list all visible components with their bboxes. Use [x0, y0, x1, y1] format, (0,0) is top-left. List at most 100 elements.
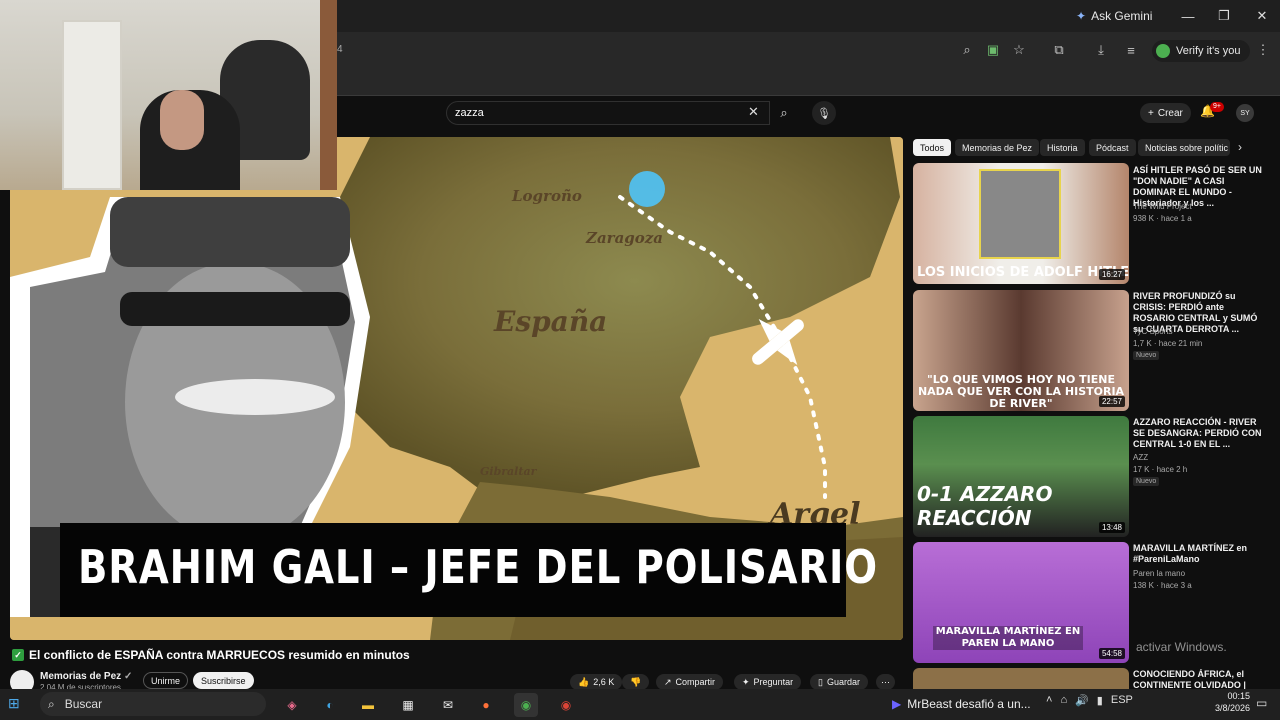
recommendation-channel[interactable]: AZZ	[1133, 453, 1148, 462]
share-button[interactable]: ↗ Compartir	[656, 674, 724, 690]
close-window-button[interactable]: ✕	[1248, 6, 1276, 26]
recommendation-thumbnail[interactable]	[913, 668, 1129, 689]
subscribe-button[interactable]: Suscribirse	[193, 672, 254, 689]
taskbar-notification[interactable]: ▶ MrBeast desafió a un...	[886, 693, 1037, 715]
store-icon[interactable]: ▦	[396, 693, 420, 717]
recommendation-title[interactable]: AZZARO REACCIÓN - RIVER SE DESANGRA: PER…	[1133, 417, 1263, 450]
share-label: Compartir	[675, 677, 716, 687]
network-icon[interactable]: ⌂	[1060, 694, 1067, 707]
save-label: Guardar	[826, 677, 860, 687]
chrome-secondary-icon[interactable]: ◉	[554, 693, 578, 717]
restore-window-button[interactable]: ❐	[1210, 6, 1238, 26]
new-badge: Nuevo	[1133, 477, 1160, 486]
create-button[interactable]: + Crear	[1140, 103, 1191, 123]
video-title: ✓ El conflicto de ESPAÑA contra MARRUECOS…	[12, 648, 410, 662]
recommendation-thumbnail[interactable]: "LO QUE VIMOS HOY NO TIENE NADA QUE VER …	[913, 290, 1129, 411]
ask-gemini-button[interactable]: ✦ Ask Gemini	[1068, 6, 1160, 26]
verified-icon: ✓	[123, 671, 133, 682]
ask-gemini-label: Ask Gemini	[1091, 9, 1153, 23]
ask-label: Preguntar	[753, 677, 794, 687]
bookmark-star-icon[interactable]: ☆	[1008, 39, 1030, 61]
copilot-icon[interactable]: ◈	[280, 693, 304, 717]
screen-share-icon[interactable]: ▣	[982, 39, 1004, 61]
clear-search-icon[interactable]: ✕	[748, 104, 759, 120]
windows-start-icon[interactable]: ⊞	[8, 695, 28, 715]
recommendation-thumbnail[interactable]: 0-1 AZZARO REACCIÓN 13:48	[913, 416, 1129, 537]
duration-badge: 54:58	[1098, 648, 1125, 659]
search-value: zazza	[455, 107, 484, 119]
ask-button[interactable]: ✦ Preguntar	[734, 674, 802, 690]
reading-list-icon[interactable]: ≡	[1120, 39, 1142, 61]
recommendation-channel[interactable]: The Wild Project	[1133, 202, 1192, 211]
activation-watermark: activar Windows.	[1136, 640, 1227, 654]
dislike-button[interactable]: 👎	[622, 674, 650, 690]
save-button[interactable]: ▯ Guardar	[810, 674, 868, 690]
notification-center-icon[interactable]: ▭	[1256, 696, 1267, 710]
youtube-avatar[interactable]: SY	[1236, 104, 1254, 122]
thumbs-down-icon: 👎	[630, 676, 642, 687]
chip-noticias[interactable]: Noticias sobre polític	[1138, 139, 1230, 156]
verify-label: Verify it's you	[1176, 45, 1241, 57]
chip-podcast[interactable]: Pódcast	[1089, 139, 1136, 156]
like-button[interactable]: 👍 2,6 K	[570, 674, 623, 690]
browser-menu-icon[interactable]: ⋮	[1252, 39, 1274, 61]
battery-icon[interactable]: ▮	[1097, 694, 1103, 707]
address-bar-fragment[interactable]: 4	[337, 44, 343, 55]
channel-name[interactable]: Memorias de Pez ✓	[40, 671, 132, 682]
volume-icon[interactable]: 🔊	[1075, 694, 1089, 707]
map-label-gibraltar: Gibraltar	[480, 465, 537, 478]
profile-avatar-icon	[1156, 44, 1170, 58]
video-title-text: El conflicto de ESPAÑA contra MARRUECOS …	[29, 648, 410, 662]
more-actions-button[interactable]: ⋯	[876, 674, 895, 690]
recommendation-title[interactable]: CONOCIENDO ÁFRICA, el CONTINENTE OLVIDAD…	[1133, 669, 1263, 689]
chevron-right-icon[interactable]: ›	[1238, 140, 1242, 154]
edge-icon[interactable]: ◐	[318, 693, 342, 717]
gemini-star-icon: ✦	[1076, 9, 1087, 23]
chrome-icon[interactable]: ◉	[514, 693, 538, 717]
recommendation-meta: 1,7 K · hace 21 min	[1133, 339, 1203, 348]
recommendation-thumbnail[interactable]: MARAVILLA MARTÍNEZ EN PAREN LA MANO 54:5…	[913, 542, 1129, 663]
firefox-icon[interactable]: ●	[474, 693, 498, 717]
bookmark-icon: ▯	[818, 676, 823, 687]
recommendation-title[interactable]: MARAVILLA MARTÍNEZ en #PareniLaMano	[1133, 543, 1263, 565]
map-label-zaragoza: Zaragoza	[586, 229, 664, 247]
thumbs-up-icon: 👍	[578, 676, 590, 687]
map-label-logrono: Logroño	[512, 187, 582, 205]
chip-historia[interactable]: Historia	[1040, 139, 1085, 156]
webcam-face	[160, 90, 204, 150]
zoom-icon[interactable]: ⌕	[956, 39, 978, 61]
taskbar-clock[interactable]: 00:15 3/8/2026	[1190, 690, 1250, 714]
mail-icon[interactable]: ✉	[436, 693, 460, 717]
duration-badge: 22:57	[1098, 396, 1125, 407]
thumb-text: 0-1 AZZARO REACCIÓN	[917, 482, 1053, 530]
language-indicator[interactable]: ESP	[1111, 694, 1133, 707]
recommendation-channel[interactable]: Paren la mano	[1133, 569, 1185, 578]
chevron-up-icon[interactable]: ˄	[1046, 694, 1052, 707]
downloads-icon[interactable]: ⤓	[1090, 39, 1112, 61]
join-button[interactable]: Unirme	[143, 672, 189, 689]
more-icon: ⋯	[881, 676, 890, 687]
map-label-espana: España	[494, 305, 608, 338]
play-icon: ▶	[892, 697, 902, 711]
chip-todos[interactable]: Todos	[913, 139, 952, 156]
duration-badge: 16:27	[1098, 269, 1125, 280]
webcam-door	[62, 20, 122, 190]
chip-memorias-de-pez[interactable]: Memorias de Pez	[955, 139, 1040, 156]
recommendation-channel[interactable]: TyC Sports	[1133, 327, 1173, 336]
create-label: Crear	[1157, 107, 1183, 119]
webcam-shelf	[320, 0, 337, 190]
search-icon: ⌕	[48, 696, 55, 711]
file-explorer-icon[interactable]: ▬	[356, 693, 380, 717]
clock-date: 3/8/2026	[1214, 703, 1250, 713]
verify-profile-button[interactable]: Verify it's you	[1152, 40, 1251, 62]
checkbox-icon: ✓	[12, 649, 24, 661]
microphone-icon[interactable]: 🎙	[812, 101, 836, 125]
taskbar-search-input[interactable]: ⌕ Buscar	[40, 692, 266, 716]
youtube-search-input[interactable]: zazza	[446, 101, 770, 125]
extensions-icon[interactable]: ⧉	[1048, 39, 1070, 61]
recommendation-meta: 138 K · hace 3 a	[1133, 581, 1192, 590]
search-icon[interactable]: ⌕	[770, 101, 798, 125]
recommendation-thumbnail[interactable]: LOS INICIOS DE ADOLF HITLER 16:27	[913, 163, 1129, 284]
minimize-window-button[interactable]: —	[1174, 6, 1202, 26]
recommendation-meta: 17 K · hace 2 h	[1133, 465, 1188, 474]
